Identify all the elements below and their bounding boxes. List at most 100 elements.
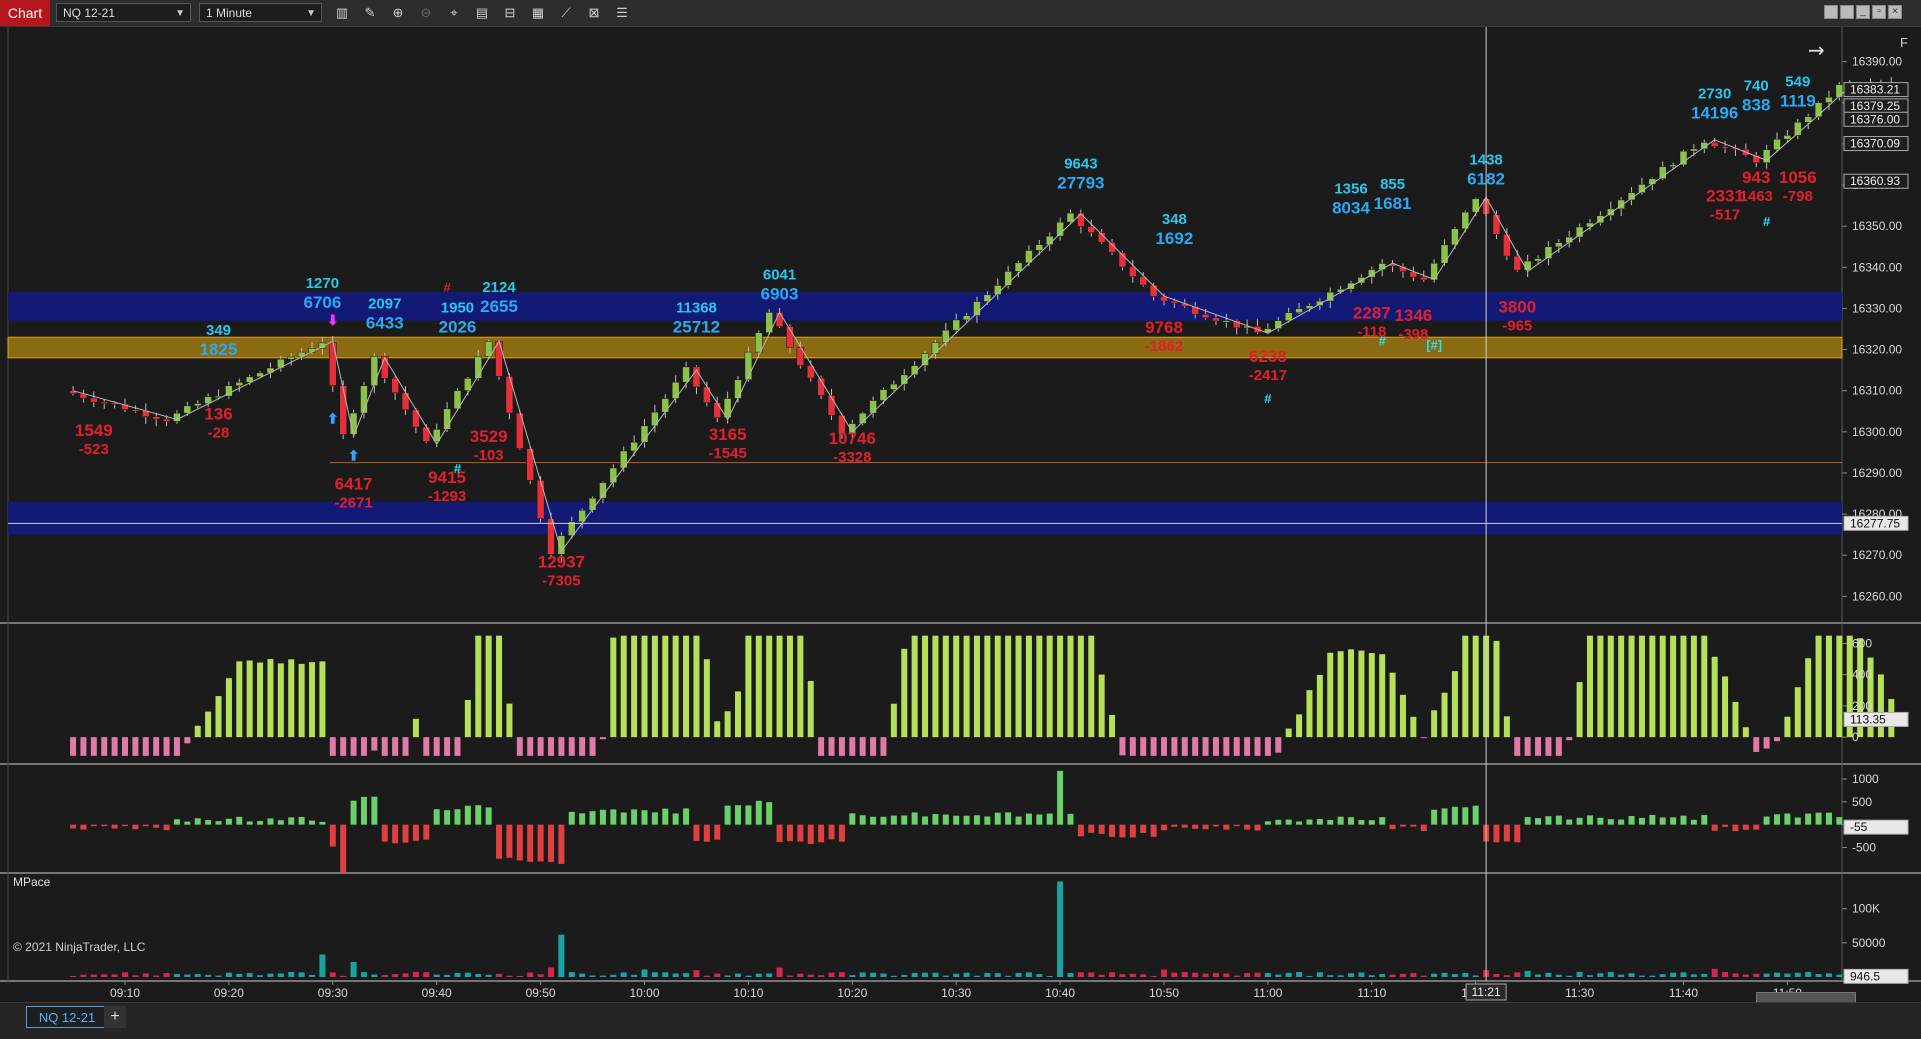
- bear-candle: [1077, 212, 1085, 227]
- mpace-bar: [1129, 973, 1136, 977]
- oscillator-bar: [599, 737, 606, 740]
- oscillator-bar: [828, 737, 835, 756]
- oscillator-bar: [1119, 737, 1126, 756]
- bull-candle: [1523, 260, 1532, 271]
- bar-delta-bar: [1119, 824, 1126, 838]
- restore-icon[interactable]: [1840, 5, 1854, 19]
- bear-candle: [152, 416, 160, 420]
- bar-delta-bar: [1077, 824, 1084, 837]
- list-icon[interactable]: ☰: [613, 4, 631, 22]
- mpace-bar: [776, 967, 783, 977]
- oscillator-bar: [724, 711, 731, 738]
- bar-delta-bar: [1161, 824, 1167, 831]
- mpace-bar: [1545, 972, 1552, 977]
- mpace-bar: [454, 972, 461, 977]
- interval-selector[interactable]: 1 Minute ▼: [199, 3, 322, 22]
- mpace-bar: [412, 971, 419, 977]
- bar-delta-bar: [1192, 824, 1199, 829]
- mpace-bar: [724, 975, 731, 977]
- bear-candle: [1721, 146, 1729, 149]
- oscillator-bar: [859, 737, 866, 756]
- mpace-bar: [859, 972, 866, 977]
- chart-area[interactable]: ⬇ ⬆ ⬆ 349 1825 1270 6706 2097 6433 1950 2026 2124 2…: [0, 27, 1921, 1002]
- minimize-window-icon[interactable]: _: [1856, 5, 1870, 19]
- bar-delta-bar: [786, 824, 793, 842]
- mpace-bar: [527, 972, 534, 977]
- close-icon[interactable]: ×: [1888, 5, 1902, 19]
- bar-delta-bar: [1555, 815, 1562, 825]
- bar-delta-bar: [558, 824, 565, 864]
- mpace-bar: [568, 972, 575, 977]
- bar-delta-bar: [173, 819, 180, 825]
- mpace-bar: [911, 972, 918, 977]
- mpace-bar: [558, 934, 565, 977]
- bar-delta-bar: [1535, 818, 1542, 825]
- strategies-icon[interactable]: ⊠: [585, 4, 603, 22]
- bar-delta-bar: [1784, 813, 1791, 825]
- zoom-in-icon[interactable]: ⊕: [389, 4, 407, 22]
- bar-delta-bar: [651, 812, 658, 825]
- oscillator-bar: [1763, 737, 1770, 749]
- add-tab-button[interactable]: +: [104, 1006, 126, 1028]
- oscillator-bar: [1316, 674, 1323, 738]
- bar-delta-bar: [1420, 824, 1427, 831]
- oscillator-bar: [1805, 658, 1812, 738]
- bull-candle: [1440, 244, 1449, 264]
- bar-delta-bar: [1805, 813, 1812, 825]
- oscillator-bar: [1680, 635, 1687, 738]
- mpace-bar: [703, 975, 710, 977]
- bull-candle: [183, 405, 192, 414]
- oscillator-bar: [932, 635, 939, 738]
- oscillator-bar: [994, 635, 1001, 738]
- bar-delta-bar: [277, 820, 284, 825]
- oscillator-bar: [755, 635, 762, 738]
- oscillator-bar: [277, 663, 284, 738]
- oscillator-bar: [1722, 676, 1729, 738]
- bar-delta-bar: [994, 812, 1001, 825]
- bar-type-icon[interactable]: ▥: [333, 4, 351, 22]
- bar-delta-bar: [1670, 817, 1677, 825]
- mpace-bar: [1192, 972, 1199, 977]
- oscillator-bar: [1057, 635, 1064, 738]
- scroll-right-arrow-icon: →: [1808, 38, 1825, 62]
- bar-delta-bar: [1597, 817, 1604, 825]
- chart-window-label[interactable]: Chart: [0, 0, 50, 26]
- swing-low-volume-label: 9768: [1145, 318, 1183, 337]
- oscillator-bar: [1358, 650, 1365, 738]
- oscillator-bar: [132, 737, 139, 756]
- maximize-icon[interactable]: ▫: [1872, 5, 1886, 19]
- bull-candle: [1679, 150, 1688, 166]
- bar-delta-bar: [527, 824, 534, 862]
- crosshair-icon[interactable]: ⌖: [445, 4, 463, 22]
- properties-icon[interactable]: ▤: [473, 4, 491, 22]
- mpace-bar: [807, 974, 814, 977]
- oscillator-bar: [662, 635, 669, 738]
- bar-delta-bar: [475, 805, 482, 825]
- mpace-bar: [942, 975, 949, 977]
- data-series-icon[interactable]: ▦: [529, 4, 547, 22]
- oscillator-bar: [1784, 716, 1791, 738]
- bar-delta-bar: [205, 820, 212, 825]
- oscillator-bar: [1088, 635, 1095, 738]
- oscillator-bar: [1171, 737, 1178, 756]
- mpace-bar: [381, 974, 388, 977]
- oscillator-bar: [329, 737, 336, 756]
- mpace-bar: [631, 974, 638, 977]
- drawing-tool-icon[interactable]: ✎: [361, 4, 379, 22]
- instrument-selector[interactable]: NQ 12-21 ▼: [56, 3, 191, 22]
- chart-canvas[interactable]: ⬇⬆⬆ 349182512706706 209764331950202621242…: [0, 27, 1921, 1002]
- oscillator-bar: [433, 737, 440, 756]
- indicators-icon[interactable]: ⟋: [557, 4, 575, 22]
- oscillator-bar: [392, 737, 399, 756]
- time-tick-label: 10:20: [837, 986, 867, 1000]
- zoom-out-icon[interactable]: ⊖: [417, 4, 435, 22]
- bar-delta-bar: [246, 821, 253, 825]
- bull-candle: [1555, 242, 1563, 248]
- instrument-tab[interactable]: NQ 12-21: [26, 1006, 108, 1028]
- minimize-icon[interactable]: [1824, 5, 1838, 19]
- oscillator-bar: [1877, 674, 1884, 738]
- oscillator-bar: [1815, 635, 1822, 738]
- oscillator-bar: [984, 635, 991, 738]
- mpace-bar: [1690, 974, 1697, 977]
- templates-icon[interactable]: ⊟: [501, 4, 519, 22]
